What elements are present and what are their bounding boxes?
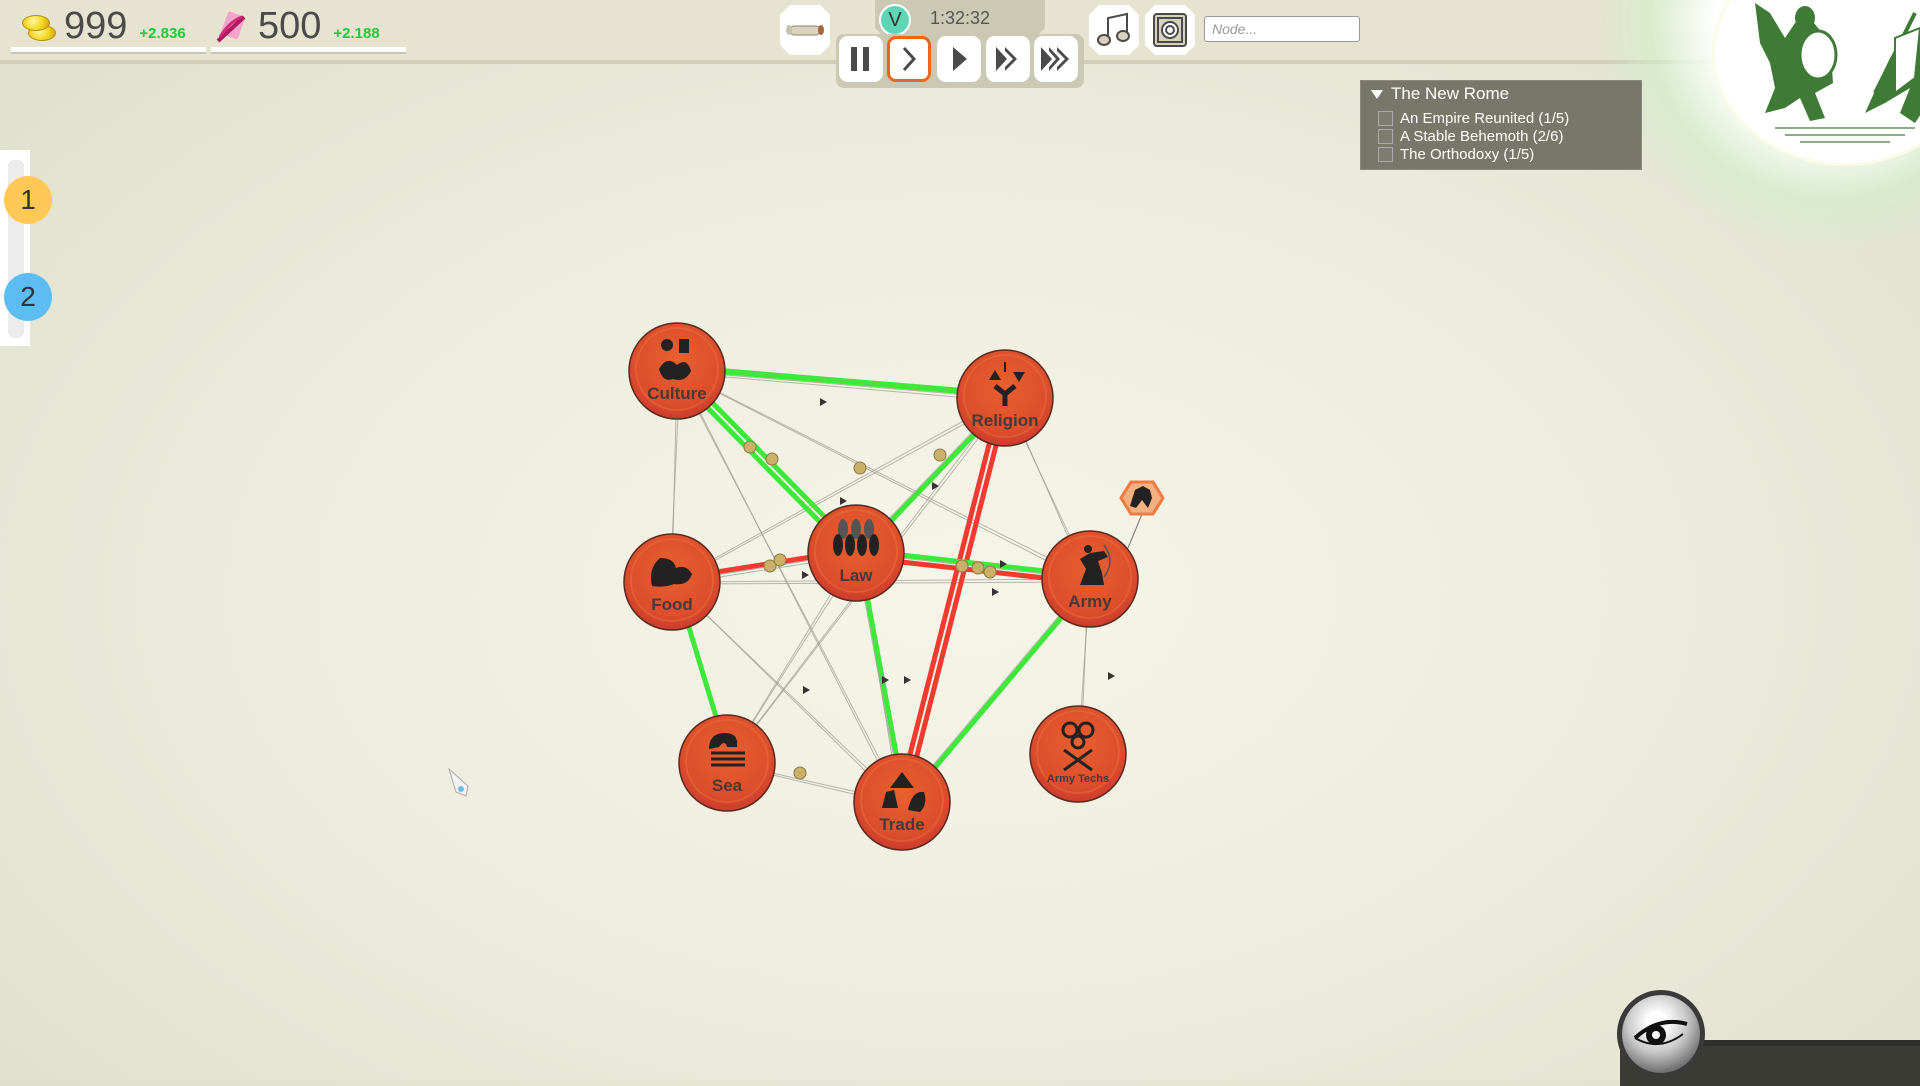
link-arrow — [904, 676, 911, 684]
cavalry-unit-marker[interactable] — [1119, 480, 1165, 549]
link-arrow — [802, 571, 809, 579]
link-arrow — [840, 497, 847, 505]
node-label: Sea — [712, 776, 743, 795]
policy-graph: Culture Religion Food Law Army Sea Trade Army T… — [623, 322, 1165, 851]
nodes: Culture Religion Food Law Army Sea Trade Army T… — [623, 322, 1139, 851]
link-token — [773, 553, 787, 567]
link-token — [793, 766, 807, 780]
node-religion[interactable]: Religion — [956, 349, 1054, 447]
node-label: Religion — [971, 411, 1038, 430]
node-army[interactable]: Army — [1041, 530, 1139, 628]
node-label: Food — [651, 595, 693, 614]
link-arrow — [992, 588, 999, 596]
node-law[interactable]: Law — [807, 504, 905, 602]
node-label: Trade — [879, 815, 924, 834]
node-label: Law — [839, 566, 873, 585]
link-arrow — [803, 686, 810, 694]
link-token — [853, 461, 867, 475]
node-sea[interactable]: Sea — [678, 714, 776, 812]
eye-button[interactable] — [1617, 990, 1705, 1078]
positive-link-religion-culture[interactable] — [674, 364, 1008, 397]
node-armytechs[interactable]: Army Techs — [1029, 705, 1127, 803]
thin-link — [676, 370, 1006, 399]
link-token — [983, 565, 997, 579]
link-token — [743, 440, 757, 454]
link-token — [933, 448, 947, 462]
node-label: Army Techs — [1047, 773, 1109, 785]
link-arrow — [1108, 672, 1115, 680]
node-trade[interactable]: Trade — [853, 753, 951, 851]
node-food[interactable]: Food — [623, 533, 721, 631]
eye-icon — [1633, 1019, 1688, 1045]
link-token — [765, 452, 779, 466]
link-arrow — [820, 398, 827, 406]
node-culture[interactable]: Culture — [628, 322, 726, 420]
link-token — [955, 559, 969, 573]
link-token — [971, 561, 985, 575]
node-label: Army — [1068, 592, 1112, 611]
mouse-cursor-icon — [448, 767, 469, 797]
node-label: Culture — [647, 384, 707, 403]
